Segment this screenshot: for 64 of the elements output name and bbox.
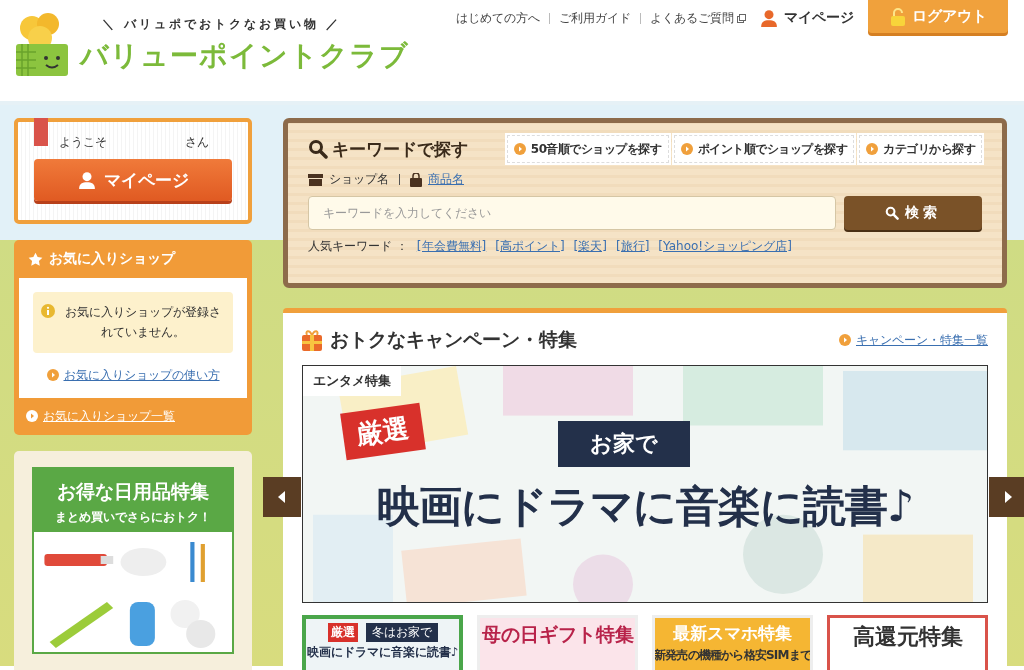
- search-title: キーワードで探す: [308, 137, 468, 161]
- nav-link[interactable]: はじめての方へ: [456, 10, 540, 27]
- star-icon: [28, 251, 43, 267]
- thumbnail-title: 母の日ギフト特集: [481, 622, 634, 647]
- help-link[interactable]: お気に入りショップの使い方: [63, 366, 220, 384]
- banner-subtitle: まとめ買いでさらにおトク！: [55, 508, 211, 526]
- notice-box: お気に入りショップが登録されていません。: [33, 292, 233, 353]
- play-circle-icon: [513, 143, 526, 155]
- slide-headline: 映画にドラマに音楽に読書♪: [375, 480, 915, 533]
- campaign-thumbnail[interactable]: 厳選 冬はお家で 映画にドラマに音楽に読書♪: [302, 615, 463, 670]
- thumbnail-tag: 厳選: [327, 623, 358, 642]
- campaign-list-link[interactable]: キャンペーン・特集一覧: [856, 331, 988, 349]
- campaign-slide[interactable]: エンタメ特集 厳選 お家で 映画にドラマに音楽に読書♪: [302, 365, 988, 603]
- nav-link[interactable]: よくあるご質問: [650, 10, 746, 27]
- keyword-link[interactable]: [高ポイント]: [495, 238, 565, 255]
- campaign-title: おトクなキャンペーン・特集: [302, 327, 577, 353]
- site-tagline: ＼ バリュポでおトクなお買い物 ／: [101, 15, 343, 33]
- search-mode-tab[interactable]: 商品名: [410, 171, 464, 188]
- popular-keywords-label: 人気キーワード ：: [308, 238, 408, 255]
- search-icon: [308, 139, 328, 159]
- person-icon: [760, 9, 778, 27]
- keyword-link[interactable]: [旅行]: [615, 238, 650, 255]
- shortcut-button[interactable]: カテゴリから探す: [859, 135, 982, 163]
- banner-title: お得な日用品特集: [57, 478, 209, 504]
- gift-icon: [302, 329, 322, 351]
- search-button[interactable]: 検索: [844, 196, 982, 230]
- search-icon: [885, 206, 899, 220]
- play-circle-icon: [839, 334, 851, 346]
- info-icon: [41, 304, 55, 318]
- play-circle-icon: [46, 369, 59, 382]
- previous-button[interactable]: [263, 477, 301, 517]
- next-button[interactable]: [989, 477, 1024, 517]
- mypage-link[interactable]: マイページ: [760, 0, 854, 27]
- keyword-link[interactable]: [年会費無料]: [416, 238, 487, 255]
- keyword-field[interactable]: キーワードを入力してください: [308, 196, 836, 230]
- house-label: お家で: [558, 421, 690, 467]
- play-circle-icon: [26, 410, 38, 423]
- thumbnail-title: 高還元特集: [852, 623, 963, 651]
- thumbnail-label: 冬はお家で: [365, 623, 438, 642]
- category-label: エンタメ特集: [303, 366, 401, 396]
- basket-logo-icon: [14, 12, 70, 78]
- honorific-text: さん: [185, 134, 209, 151]
- nav-link[interactable]: ご利用ガイド: [559, 10, 631, 27]
- storefront-icon: [308, 173, 323, 186]
- shortcut-button[interactable]: 50音順でショップを探す: [506, 135, 669, 163]
- play-circle-icon: [680, 143, 693, 155]
- ribbon-icon: [34, 118, 48, 146]
- keyword-link[interactable]: [楽天]: [573, 238, 607, 255]
- search-mode-tab[interactable]: ショップ名: [308, 171, 389, 188]
- person-icon: [77, 171, 96, 189]
- campaign-thumbnail[interactable]: 高還元特集: [827, 615, 988, 670]
- play-circle-icon: [866, 143, 878, 155]
- shortcut-button[interactable]: ポイント順でショップを探す: [673, 135, 854, 163]
- site-name: バリューポイントクラブ: [80, 37, 409, 74]
- favorites-title: お気に入りショップ: [49, 250, 175, 268]
- bag-icon: [410, 172, 422, 187]
- chevron-right-icon: [1003, 491, 1013, 503]
- thumbnail-title: 映画にドラマに音楽に読書♪: [306, 644, 459, 661]
- thumbnail-title: 最新スマホ特集: [673, 622, 792, 645]
- welcome-text: ようこそ: [59, 134, 107, 151]
- padlock-icon: [889, 7, 906, 26]
- chevron-left-icon: [277, 491, 287, 503]
- campaign-thumbnail[interactable]: 母の日ギフト特集: [477, 615, 638, 670]
- keyword-link[interactable]: [Yahoo!ショッピング店]: [658, 238, 792, 255]
